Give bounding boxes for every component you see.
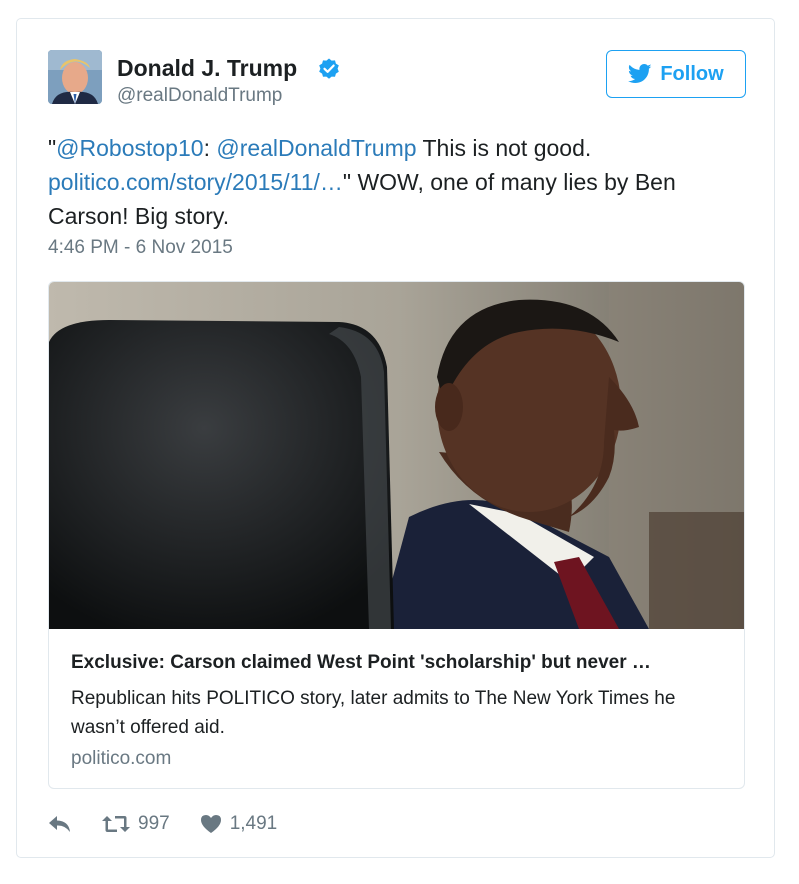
colon: : xyxy=(203,135,217,161)
like-button[interactable]: 1,491 xyxy=(200,813,278,835)
tweet-text: "@Robostop10: @realDonaldTrump This is n… xyxy=(48,131,738,233)
heart-icon xyxy=(200,815,221,833)
author-handle[interactable]: @realDonaldTrump xyxy=(117,85,282,107)
quote-open: " xyxy=(48,135,57,161)
card-image xyxy=(49,282,744,629)
mention-realdonaldtrump[interactable]: @realDonaldTrump xyxy=(216,135,416,161)
follow-button[interactable]: Follow xyxy=(606,50,746,98)
avatar[interactable] xyxy=(48,50,102,104)
verified-badge-icon xyxy=(319,58,339,79)
follow-label: Follow xyxy=(660,62,724,85)
tweet-actions: 997 1,491 xyxy=(48,809,277,839)
tweet-text-part1: This is not good. xyxy=(416,135,592,161)
embedded-tweet: Donald J. Trump @realDonaldTrump Follow … xyxy=(16,18,775,858)
retweet-count: 997 xyxy=(138,813,170,834)
reply-button[interactable] xyxy=(48,815,72,833)
tweet-link[interactable]: politico.com/story/2015/11/… xyxy=(48,169,343,195)
retweet-icon xyxy=(102,816,130,832)
avatar-portrait xyxy=(48,50,102,104)
like-count: 1,491 xyxy=(229,813,278,834)
card-domain: politico.com xyxy=(71,748,172,769)
tweet-timestamp[interactable]: 4:46 PM - 6 Nov 2015 xyxy=(48,237,233,259)
author-name[interactable]: Donald J. Trump xyxy=(117,55,297,82)
card-title[interactable]: Exclusive: Carson claimed West Point 'sc… xyxy=(71,652,721,674)
card-description: Republican hits POLITICO story, later ad… xyxy=(71,688,676,738)
link-preview-card[interactable]: Exclusive: Carson claimed West Point 'sc… xyxy=(48,281,745,789)
twitter-bird-icon xyxy=(628,64,652,83)
reply-icon xyxy=(49,816,70,832)
retweet-button[interactable]: 997 xyxy=(102,813,170,835)
mention-robostop10[interactable]: @Robostop10 xyxy=(56,135,203,161)
